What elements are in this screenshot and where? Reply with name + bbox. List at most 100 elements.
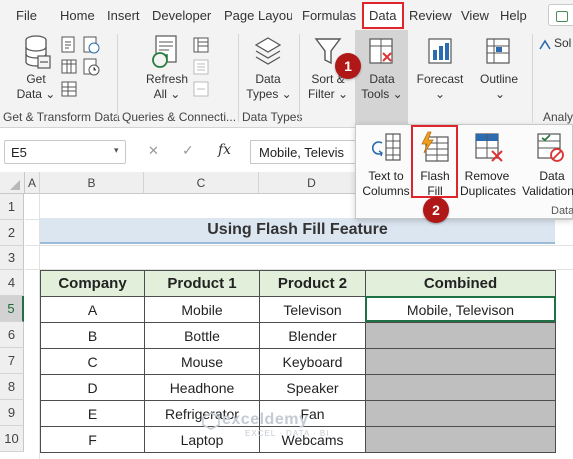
cell-product-2[interactable]: Blender — [259, 322, 366, 349]
text-to-columns-icon — [372, 133, 401, 161]
from-table-icon[interactable] — [60, 58, 78, 76]
data-types-icon — [254, 37, 282, 65]
cell-combined[interactable] — [365, 374, 556, 401]
row-header-9[interactable]: 9 — [0, 400, 24, 426]
row-header-10[interactable]: 10 — [0, 426, 24, 452]
row-header-1[interactable]: 1 — [0, 194, 24, 220]
enter-icon[interactable]: ✓ — [182, 142, 194, 159]
column-header-d[interactable]: D — [259, 172, 365, 194]
cell-company[interactable]: A — [40, 296, 145, 323]
cell-combined[interactable] — [365, 348, 556, 375]
cell-product-1[interactable]: Headhone — [144, 374, 260, 401]
cell-company[interactable]: B — [40, 322, 145, 349]
tab-review[interactable]: Review — [409, 8, 452, 23]
table-row: A Mobile Televison Mobile, Televison — [40, 296, 556, 323]
edit-links-icon[interactable] — [192, 80, 210, 98]
tab-developer[interactable]: Developer — [152, 8, 211, 23]
get-data-label-1: Get — [26, 72, 46, 86]
column-header-b[interactable]: B — [40, 172, 144, 194]
cell-product-1[interactable]: Bottle — [144, 322, 260, 349]
table-row: D Headhone Speaker — [40, 374, 556, 401]
cell-company[interactable]: F — [40, 426, 145, 453]
forecast-label-2: ⌄ — [434, 87, 446, 101]
gridline — [25, 245, 573, 246]
refresh-label-1: Refresh — [145, 72, 189, 86]
data-types-label-1: Data — [255, 72, 281, 86]
flyout-group-label: Data — [551, 205, 573, 217]
row-header-4[interactable]: 4 — [0, 270, 24, 296]
tab-file[interactable]: File — [16, 8, 37, 23]
remove-duplicates-label-1: Remove — [464, 169, 510, 183]
table-row: C Mouse Keyboard — [40, 348, 556, 375]
column-header-c[interactable]: C — [144, 172, 259, 194]
data-types-label-2: Types ⌄ — [246, 87, 292, 101]
cell-product-2[interactable]: Speaker — [259, 374, 366, 401]
sheet-title: Using Flash Fill Feature — [40, 218, 555, 244]
row-header-5[interactable]: 5 — [0, 296, 24, 322]
cell-product-2[interactable]: Televison — [259, 296, 366, 323]
watermark-logo-icon — [202, 412, 220, 430]
cell-product-1[interactable]: Mobile — [144, 296, 260, 323]
group-label-analysis: Analy — [543, 110, 573, 124]
header-product-2[interactable]: Product 2 — [259, 270, 366, 297]
refresh-label-2: All ⌄ — [153, 87, 181, 101]
refresh-icon — [152, 35, 177, 68]
name-box[interactable]: E5 — [4, 140, 126, 164]
existing-connections-icon[interactable] — [60, 80, 78, 98]
cell-combined[interactable] — [365, 400, 556, 427]
cell-combined[interactable]: Mobile, Televison — [365, 296, 556, 323]
solver-icon — [539, 39, 551, 50]
row-header-6[interactable]: 6 — [0, 322, 24, 348]
select-all-corner[interactable] — [0, 172, 25, 194]
recent-sources-icon[interactable] — [82, 58, 100, 76]
flash-fill-icon — [421, 131, 449, 162]
properties-icon[interactable] — [192, 58, 210, 76]
sort-filter-label-2: Filter ⌄ — [307, 87, 349, 101]
row-header-8[interactable]: 8 — [0, 374, 24, 400]
tab-page-layout[interactable]: Page Layout — [224, 8, 292, 23]
outline-icon — [486, 38, 510, 64]
cell-company[interactable]: E — [40, 400, 145, 427]
cell-company[interactable]: C — [40, 348, 145, 375]
cell-combined[interactable] — [365, 322, 556, 349]
tab-home[interactable]: Home — [60, 8, 95, 23]
header-product-1[interactable]: Product 1 — [144, 270, 260, 297]
header-combined[interactable]: Combined — [365, 270, 556, 297]
chevron-down-icon[interactable]: ▾ — [114, 145, 119, 156]
share-button[interactable] — [548, 4, 573, 26]
table-header-row: Company Product 1 Product 2 Combined — [40, 270, 556, 297]
cancel-icon[interactable]: ✕ — [148, 143, 159, 159]
tab-help[interactable]: Help — [500, 8, 527, 23]
tab-insert[interactable]: Insert — [107, 8, 140, 23]
step-2-badge: 2 — [423, 197, 449, 223]
tab-formulas[interactable]: Formulas — [302, 8, 356, 23]
tab-view[interactable]: View — [461, 8, 489, 23]
row-header-3[interactable]: 3 — [0, 246, 24, 270]
formula-bar-buttons: ✕ ✓ fx — [140, 140, 244, 164]
ribbon-separator — [299, 34, 300, 122]
data-tools-label-2: Tools ⌄ — [361, 87, 403, 101]
ribbon-separator — [117, 34, 118, 122]
step-1-badge: 1 — [335, 53, 361, 79]
from-web-icon[interactable] — [82, 36, 100, 54]
get-data-label-2: Data ⌄ — [16, 87, 56, 101]
cell-combined[interactable] — [365, 426, 556, 453]
remove-duplicates-label-2: Duplicates — [459, 184, 517, 198]
watermark-tagline: EXCEL · DATA · BI — [245, 429, 330, 438]
row-header-2[interactable]: 2 — [0, 220, 24, 246]
row-header-7[interactable]: 7 — [0, 348, 24, 374]
forecast-label-1: Forecast — [416, 72, 464, 86]
cell-product-1[interactable]: Laptop — [144, 426, 260, 453]
cell-product-1[interactable]: Mouse — [144, 348, 260, 375]
column-header-a[interactable]: A — [25, 172, 40, 194]
solver-label: Sol — [554, 36, 572, 50]
tab-data[interactable]: Data — [369, 8, 396, 23]
cell-company[interactable]: D — [40, 374, 145, 401]
insert-function-icon[interactable]: fx — [218, 142, 231, 158]
group-label-data-types: Data Types — [242, 110, 303, 124]
cell-product-2[interactable]: Keyboard — [259, 348, 366, 375]
from-text-icon[interactable] — [60, 36, 78, 54]
header-company[interactable]: Company — [40, 270, 145, 297]
forecast-icon — [428, 38, 452, 64]
queries-connections-icon[interactable] — [192, 36, 210, 54]
